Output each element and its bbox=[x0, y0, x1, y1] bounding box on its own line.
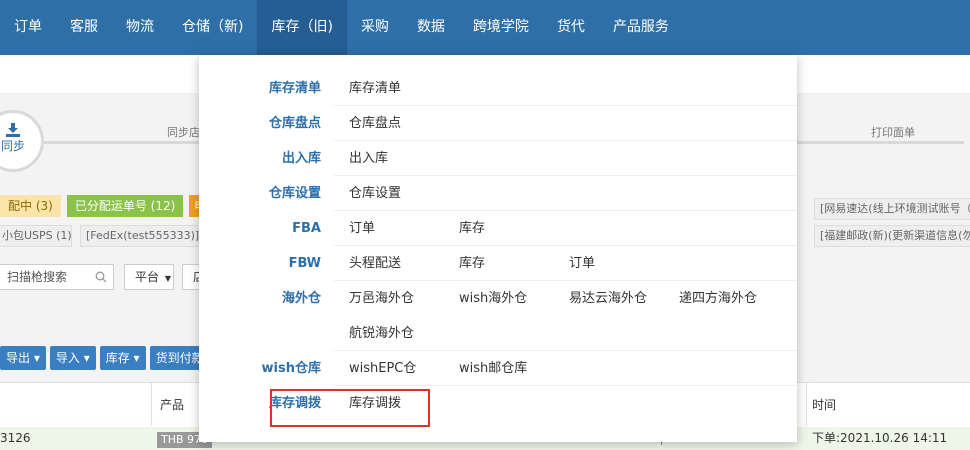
chip-fedex[interactable]: [FedEx(test555333)]联系 bbox=[80, 225, 202, 247]
nav-item-forwarder[interactable]: 货代 bbox=[543, 0, 599, 55]
search-placeholder: 扫描枪搜索 bbox=[7, 270, 68, 284]
status-tags: 配中 (3) 已分配运单号 (12) 申 bbox=[0, 195, 212, 217]
menu-group-label[interactable]: wish仓库 bbox=[199, 351, 321, 386]
menu-row-warehouse-settings: 仓库设置 仓库设置 bbox=[199, 176, 797, 211]
menu-item-wish-post[interactable]: wish邮仓库 bbox=[459, 351, 527, 386]
search-icon[interactable] bbox=[95, 271, 107, 283]
menu-row-fba: FBA 订单 库存 bbox=[199, 211, 797, 246]
menu-item-yidayun[interactable]: 易达云海外仓 bbox=[569, 281, 647, 316]
menu-group-label[interactable]: 海外仓 bbox=[199, 281, 321, 316]
export-button[interactable]: 导出 ▾ bbox=[0, 346, 46, 370]
menu-item-fbw-stock[interactable]: 库存 bbox=[459, 246, 485, 281]
chip-wangyi[interactable]: [网易速达(线上环境测试账号（ bbox=[814, 198, 970, 220]
nav-item-data[interactable]: 数据 bbox=[403, 0, 459, 55]
download-icon bbox=[6, 123, 20, 137]
flow-step-sync-shop: 同步店 bbox=[167, 126, 200, 139]
menu-item-fbw-first-leg[interactable]: 头程配送 bbox=[349, 246, 401, 281]
stock-button[interactable]: 库存 ▾ bbox=[99, 346, 146, 370]
menu-item-fba-stock[interactable]: 库存 bbox=[459, 211, 485, 246]
col-product: 产品 bbox=[160, 398, 185, 412]
platform-label: 平台 bbox=[135, 270, 160, 284]
menu-item-hangrui[interactable]: 航锐海外仓 bbox=[349, 316, 414, 351]
nav-item-warehouse-new[interactable]: 仓储（新) bbox=[168, 0, 257, 55]
top-nav: 订单 客服 物流 仓储（新) 库存（旧) 采购 数据 跨境学院 货代 产品服务 bbox=[0, 0, 970, 55]
menu-row-in-out: 出入库 出入库 bbox=[199, 141, 797, 176]
menu-row-wish-warehouse: wish仓库 wishEPC仓 wish邮仓库 bbox=[199, 351, 797, 386]
menu-group-label[interactable]: FBW bbox=[199, 246, 321, 281]
inventory-dropdown-menu: 库存清单 库存清单 仓库盘点 仓库盘点 出入库 出入库 仓库设置 仓库设置 FB… bbox=[199, 55, 797, 442]
menu-item-in-out[interactable]: 出入库 bbox=[349, 141, 388, 176]
highlight-box bbox=[270, 389, 430, 427]
menu-item-warehouse-settings[interactable]: 仓库设置 bbox=[349, 176, 401, 211]
menu-group-label[interactable]: 仓库设置 bbox=[199, 176, 321, 211]
tag-allocating[interactable]: 配中 (3) bbox=[0, 195, 61, 217]
platform-select[interactable]: 平台 ▼ bbox=[124, 264, 174, 290]
menu-item-wanyi[interactable]: 万邑海外仓 bbox=[349, 281, 414, 316]
chip-fujian-post[interactable]: [福建邮政(新)(更新渠道信息(勿删 bbox=[814, 225, 970, 247]
nav-item-academy[interactable]: 跨境学院 bbox=[459, 0, 543, 55]
menu-group-label[interactable]: 库存清单 bbox=[199, 71, 321, 106]
nav-item-customer-service[interactable]: 客服 bbox=[56, 0, 112, 55]
menu-row-overseas: 海外仓 万邑海外仓 wish海外仓 易达云海外仓 递四方海外仓 航锐海外仓 bbox=[199, 281, 797, 351]
col-time: 时间 bbox=[812, 398, 837, 412]
col-divider bbox=[806, 382, 807, 426]
order-time: 下单:2021.10.26 14:11 bbox=[812, 431, 948, 445]
menu-row-stocktake: 仓库盘点 仓库盘点 bbox=[199, 106, 797, 141]
nav-item-inventory-old[interactable]: 库存（旧) bbox=[257, 0, 347, 55]
menu-item-fba-orders[interactable]: 订单 bbox=[349, 211, 375, 246]
col-divider bbox=[151, 382, 152, 426]
menu-group-label[interactable]: 出入库 bbox=[199, 141, 321, 176]
menu-item-fbw-orders[interactable]: 订单 bbox=[569, 246, 595, 281]
tag-assigned-tracking[interactable]: 已分配运单号 (12) bbox=[66, 195, 184, 217]
menu-item-4px[interactable]: 递四方海外仓 bbox=[679, 281, 757, 316]
import-button[interactable]: 导入 ▾ bbox=[49, 346, 96, 370]
menu-group-label[interactable]: 仓库盘点 bbox=[199, 106, 321, 141]
menu-item-wish-overseas[interactable]: wish海外仓 bbox=[459, 281, 527, 316]
menu-row-fbw: FBW 头程配送 库存 订单 bbox=[199, 246, 797, 281]
menu-group-label[interactable]: FBA bbox=[199, 211, 321, 246]
order-id: 3126 bbox=[0, 431, 31, 445]
menu-item-stocktake[interactable]: 仓库盘点 bbox=[349, 106, 401, 141]
menu-item-inventory-list[interactable]: 库存清单 bbox=[349, 71, 401, 106]
menu-row-inventory-list: 库存清单 库存清单 bbox=[199, 71, 797, 106]
menu-item-wish-epc[interactable]: wishEPC仓 bbox=[349, 351, 416, 386]
scanner-search-input[interactable]: 扫描枪搜索 bbox=[0, 264, 114, 290]
sync-label: 同步 bbox=[0, 139, 25, 153]
nav-item-purchase[interactable]: 采购 bbox=[347, 0, 403, 55]
chip-usps[interactable]: 小包USPS (1) bbox=[0, 225, 72, 247]
caret-down-icon: ▼ bbox=[164, 274, 171, 283]
flow-step-print-label: 打印面单 bbox=[871, 126, 915, 139]
nav-item-product-services[interactable]: 产品服务 bbox=[599, 0, 683, 55]
nav-item-logistics[interactable]: 物流 bbox=[112, 0, 168, 55]
nav-item-orders[interactable]: 订单 bbox=[0, 0, 56, 55]
